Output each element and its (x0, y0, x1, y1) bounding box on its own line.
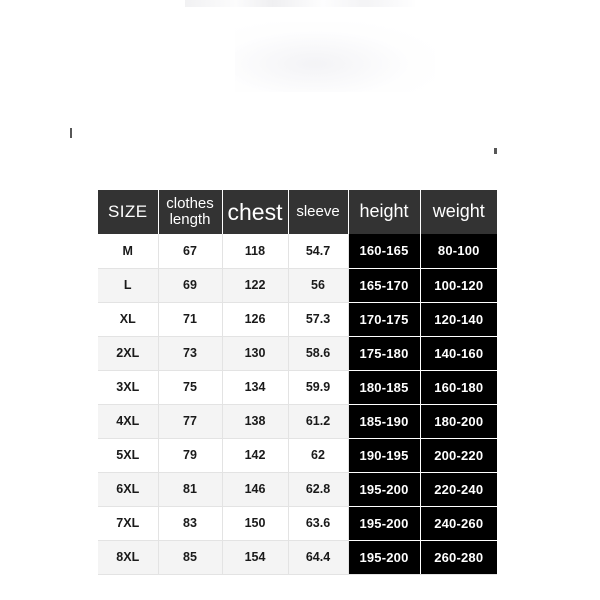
cell-size: 5XL (98, 438, 159, 473)
header-row: SIZE clothes length chest sleeve height … (98, 190, 497, 234)
size-chart-container: SIZE clothes length chest sleeve height … (98, 190, 497, 575)
cell-weight: 160-180 (420, 370, 497, 405)
clothes-length-line1: clothes (166, 194, 214, 212)
cell-clothes-length: 73 (158, 336, 223, 371)
cell-sleeve: 62 (288, 438, 349, 473)
cell-height: 165-170 (348, 268, 421, 303)
column-header-size: SIZE (98, 190, 159, 234)
cell-sleeve: 64.4 (288, 540, 349, 575)
cell-sleeve: 62.8 (288, 472, 349, 507)
cell-weight: 260-280 (420, 540, 497, 575)
cell-weight: 80-100 (420, 234, 497, 269)
cell-chest: 134 (222, 370, 289, 405)
cell-clothes-length: 71 (158, 302, 223, 337)
cell-chest: 150 (222, 506, 289, 541)
cropped-image-artifact-top (185, 0, 415, 7)
cell-size: 8XL (98, 540, 159, 575)
cell-height: 190-195 (348, 438, 421, 473)
cell-weight: 240-260 (420, 506, 497, 541)
cell-size: 7XL (98, 506, 159, 541)
table-row: M 67 118 54.7 160-165 80-100 (98, 234, 497, 269)
cell-clothes-length: 69 (158, 268, 223, 303)
column-header-clothes-length: clothes length (158, 190, 223, 234)
cell-clothes-length: 67 (158, 234, 223, 269)
cell-height: 160-165 (348, 234, 421, 269)
cell-weight: 220-240 (420, 472, 497, 507)
size-chart-header: SIZE clothes length chest sleeve height … (98, 190, 497, 234)
cropped-image-artifact-right-mark (494, 148, 497, 154)
cell-chest: 142 (222, 438, 289, 473)
table-row: 7XL 83 150 63.6 195-200 240-260 (98, 506, 497, 541)
cell-clothes-length: 85 (158, 540, 223, 575)
cell-size: 6XL (98, 472, 159, 507)
cell-height: 180-185 (348, 370, 421, 405)
table-row: 3XL 75 134 59.9 180-185 160-180 (98, 370, 497, 405)
cell-size: XL (98, 302, 159, 337)
cell-size: L (98, 268, 159, 303)
cell-sleeve: 57.3 (288, 302, 349, 337)
cell-sleeve: 58.6 (288, 336, 349, 371)
cropped-image-artifact-left-mark (70, 128, 72, 138)
column-header-height: height (348, 190, 421, 234)
table-row: 4XL 77 138 61.2 185-190 180-200 (98, 404, 497, 439)
cell-height: 195-200 (348, 540, 421, 575)
cell-chest: 130 (222, 336, 289, 371)
cell-weight: 120-140 (420, 302, 497, 337)
cell-weight: 140-160 (420, 336, 497, 371)
cell-size: M (98, 234, 159, 269)
cropped-image-artifact-ghost (235, 22, 435, 92)
cell-chest: 118 (222, 234, 289, 269)
table-row: L 69 122 56 165-170 100-120 (98, 268, 497, 303)
clothes-length-line2: length (169, 211, 211, 228)
cell-clothes-length: 83 (158, 506, 223, 541)
cell-height: 185-190 (348, 404, 421, 439)
cell-chest: 126 (222, 302, 289, 337)
cell-sleeve: 56 (288, 268, 349, 303)
table-row: 6XL 81 146 62.8 195-200 220-240 (98, 472, 497, 507)
cell-height: 195-200 (348, 472, 421, 507)
cell-size: 2XL (98, 336, 159, 371)
table-row: 8XL 85 154 64.4 195-200 260-280 (98, 540, 497, 575)
cell-chest: 154 (222, 540, 289, 575)
size-chart-body: M 67 118 54.7 160-165 80-100 L 69 122 56 165-170 10… (98, 234, 497, 575)
cell-chest: 122 (222, 268, 289, 303)
cell-weight: 200-220 (420, 438, 497, 473)
column-header-chest: chest (222, 190, 289, 234)
cell-size: 3XL (98, 370, 159, 405)
cell-sleeve: 59.9 (288, 370, 349, 405)
cell-clothes-length: 77 (158, 404, 223, 439)
cell-sleeve: 61.2 (288, 404, 349, 439)
cell-size: 4XL (98, 404, 159, 439)
table-row: XL 71 126 57.3 170-175 120-140 (98, 302, 497, 337)
cell-clothes-length: 79 (158, 438, 223, 473)
cell-sleeve: 63.6 (288, 506, 349, 541)
table-row: 2XL 73 130 58.6 175-180 140-160 (98, 336, 497, 371)
cell-weight: 180-200 (420, 404, 497, 439)
cell-height: 170-175 (348, 302, 421, 337)
size-chart-table: SIZE clothes length chest sleeve height … (98, 190, 497, 575)
cell-height: 175-180 (348, 336, 421, 371)
cell-weight: 100-120 (420, 268, 497, 303)
column-header-sleeve: sleeve (288, 190, 349, 234)
cell-chest: 138 (222, 404, 289, 439)
column-header-weight: weight (420, 190, 497, 234)
table-row: 5XL 79 142 62 190-195 200-220 (98, 438, 497, 473)
cell-sleeve: 54.7 (288, 234, 349, 269)
cell-chest: 146 (222, 472, 289, 507)
cell-height: 195-200 (348, 506, 421, 541)
cell-clothes-length: 81 (158, 472, 223, 507)
cell-clothes-length: 75 (158, 370, 223, 405)
